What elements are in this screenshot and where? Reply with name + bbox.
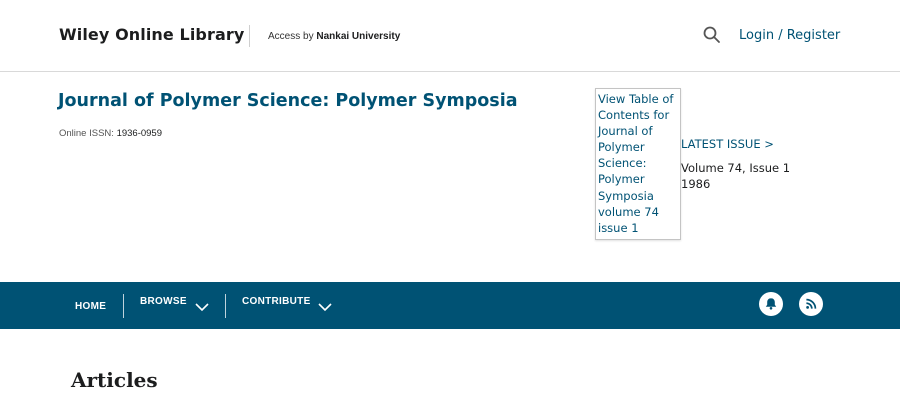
header-divider xyxy=(249,25,250,47)
login-link[interactable]: Login xyxy=(739,28,774,43)
register-link[interactable]: Register xyxy=(787,28,841,43)
login-register-link[interactable]: Login / Register xyxy=(739,28,840,43)
latest-issue-year: 1986 xyxy=(681,177,711,191)
access-institution: Nankai University xyxy=(316,31,401,42)
journal-title[interactable]: Journal of Polymer Science: Polymer Symp… xyxy=(58,91,518,111)
latest-issue-volume: Volume 74, Issue 1 xyxy=(681,161,791,175)
nav-divider xyxy=(225,294,226,318)
rss-icon[interactable] xyxy=(799,292,823,316)
issn: Online ISSN: 1936-0959 xyxy=(59,128,162,139)
chevron-down-icon[interactable] xyxy=(195,299,209,312)
access-info: Access by Nankai University xyxy=(268,31,400,42)
issn-value: 1936-0959 xyxy=(116,128,162,139)
nav-divider xyxy=(123,294,124,318)
chevron-down-icon[interactable] xyxy=(318,299,332,312)
nav-contribute[interactable]: CONTRIBUTE xyxy=(242,278,311,325)
latest-issue-link[interactable]: LATEST ISSUE > xyxy=(681,137,774,151)
bell-icon[interactable] xyxy=(759,292,783,316)
articles-heading: Articles xyxy=(71,368,158,392)
search-icon[interactable] xyxy=(702,25,722,45)
access-prefix: Access by xyxy=(268,31,314,42)
issn-label: Online ISSN: xyxy=(59,128,114,139)
journal-nav-bar: HOME BROWSE CONTRIBUTE xyxy=(0,282,900,329)
site-logo[interactable]: Wiley Online Library xyxy=(59,25,244,44)
nav-home[interactable]: HOME xyxy=(75,283,106,330)
site-header: Wiley Online Library Access by Nankai Un… xyxy=(0,0,900,72)
journal-cover-toc-link[interactable]: View Table of Contents for Journal of Po… xyxy=(595,88,681,240)
login-separator: / xyxy=(774,28,787,43)
nav-browse[interactable]: BROWSE xyxy=(140,278,187,325)
